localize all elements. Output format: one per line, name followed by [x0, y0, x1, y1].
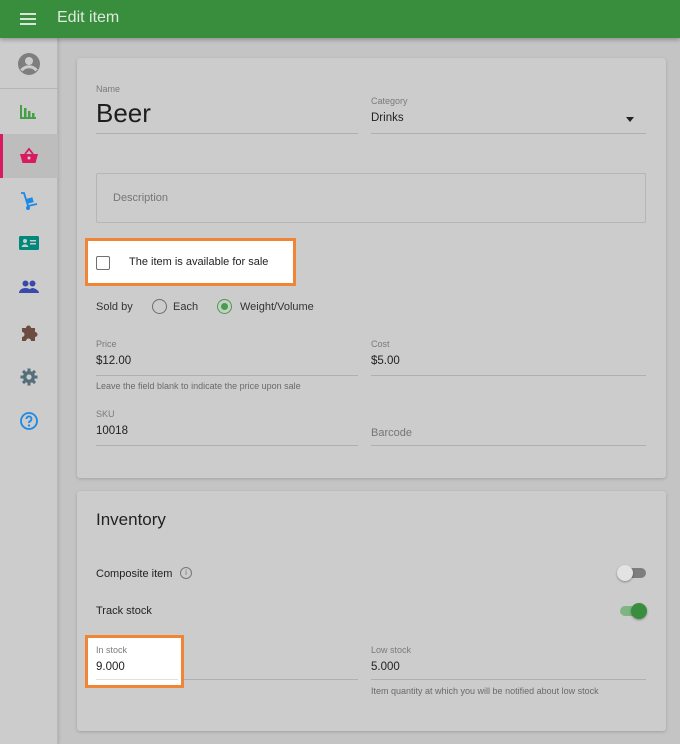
- sold-by-each-label: Each: [173, 301, 199, 313]
- sidebar-item-inventory[interactable]: [0, 178, 58, 222]
- inventory-title: Inventory: [96, 510, 166, 529]
- available-for-sale-label: The item is available for sale: [129, 256, 269, 268]
- sidebar: [0, 38, 58, 744]
- description-input[interactable]: Description: [96, 173, 646, 223]
- sold-by-label: Sold by: [96, 301, 133, 313]
- sidebar-item-employees[interactable]: [0, 222, 58, 266]
- composite-item-label: Composite item: [96, 568, 173, 580]
- category-underline: [371, 133, 646, 134]
- category-select[interactable]: Drinks: [371, 112, 404, 124]
- low-stock-label: Low stock: [371, 645, 412, 655]
- cost-input[interactable]: $5.00: [371, 355, 400, 367]
- available-for-sale-checkbox[interactable]: [96, 256, 110, 270]
- bar-chart-icon: [20, 105, 36, 119]
- sku-input[interactable]: 10018: [96, 425, 128, 437]
- sidebar-avatar[interactable]: [0, 38, 58, 89]
- sidebar-item-integrations[interactable]: [0, 310, 58, 354]
- sidebar-item-reports[interactable]: [0, 90, 58, 134]
- barcode-underline: [371, 445, 646, 446]
- name-label: Name: [96, 84, 121, 94]
- track-stock-label: Track stock: [96, 605, 152, 617]
- price-hint: Leave the field blank to indicate the pr…: [96, 381, 301, 391]
- sidebar-item-help[interactable]: [0, 398, 58, 442]
- name-input[interactable]: Beer: [96, 98, 151, 129]
- chevron-down-icon[interactable]: [626, 117, 634, 122]
- page-title: Edit item: [57, 9, 120, 26]
- low-stock-input[interactable]: 5.000: [371, 661, 400, 673]
- price-label: Price: [96, 339, 117, 349]
- price-underline: [96, 375, 358, 376]
- name-underline: [96, 133, 358, 134]
- sku-label: SKU: [96, 409, 115, 419]
- sidebar-item-items[interactable]: [0, 134, 58, 178]
- in-stock-label: In stock: [96, 645, 128, 655]
- price-input[interactable]: $12.00: [96, 355, 131, 367]
- help-circle-icon: [20, 412, 38, 430]
- hand-truck-icon: [21, 192, 38, 210]
- hamburger-menu-icon[interactable]: [20, 13, 36, 25]
- info-icon[interactable]: i: [180, 567, 192, 579]
- puzzle-piece-icon: [22, 325, 38, 341]
- low-stock-underline: [371, 679, 646, 680]
- category-label: Category: [371, 96, 408, 106]
- in-stock-input[interactable]: 9.000: [96, 661, 125, 673]
- item-details-card: Name Beer Category Drinks Description Th…: [77, 58, 666, 478]
- shopping-basket-icon: [20, 147, 38, 163]
- inventory-card: Inventory Composite item i Track stock I…: [77, 491, 666, 731]
- sidebar-item-customers[interactable]: [0, 266, 58, 310]
- sku-underline: [96, 445, 358, 446]
- composite-item-toggle[interactable]: [617, 565, 647, 581]
- cost-underline: [371, 375, 646, 376]
- app-bar: Edit item: [0, 0, 680, 38]
- sold-by-weight-radio[interactable]: [217, 299, 232, 314]
- description-placeholder: Description: [113, 192, 169, 204]
- id-card-icon: [19, 236, 39, 250]
- sold-by-each-radio[interactable]: [152, 299, 167, 314]
- barcode-input[interactable]: Barcode: [371, 427, 412, 439]
- track-stock-toggle[interactable]: [617, 603, 647, 619]
- sidebar-item-settings[interactable]: [0, 354, 58, 398]
- people-icon: [19, 280, 39, 293]
- low-stock-hint: Item quantity at which you will be notif…: [371, 686, 599, 696]
- settings-gear-icon: [20, 368, 38, 386]
- cost-label: Cost: [371, 339, 390, 349]
- sold-by-weight-label: Weight/Volume: [240, 301, 314, 313]
- in-stock-underline-highlighted: [96, 679, 178, 680]
- account-circle-icon: [18, 53, 40, 75]
